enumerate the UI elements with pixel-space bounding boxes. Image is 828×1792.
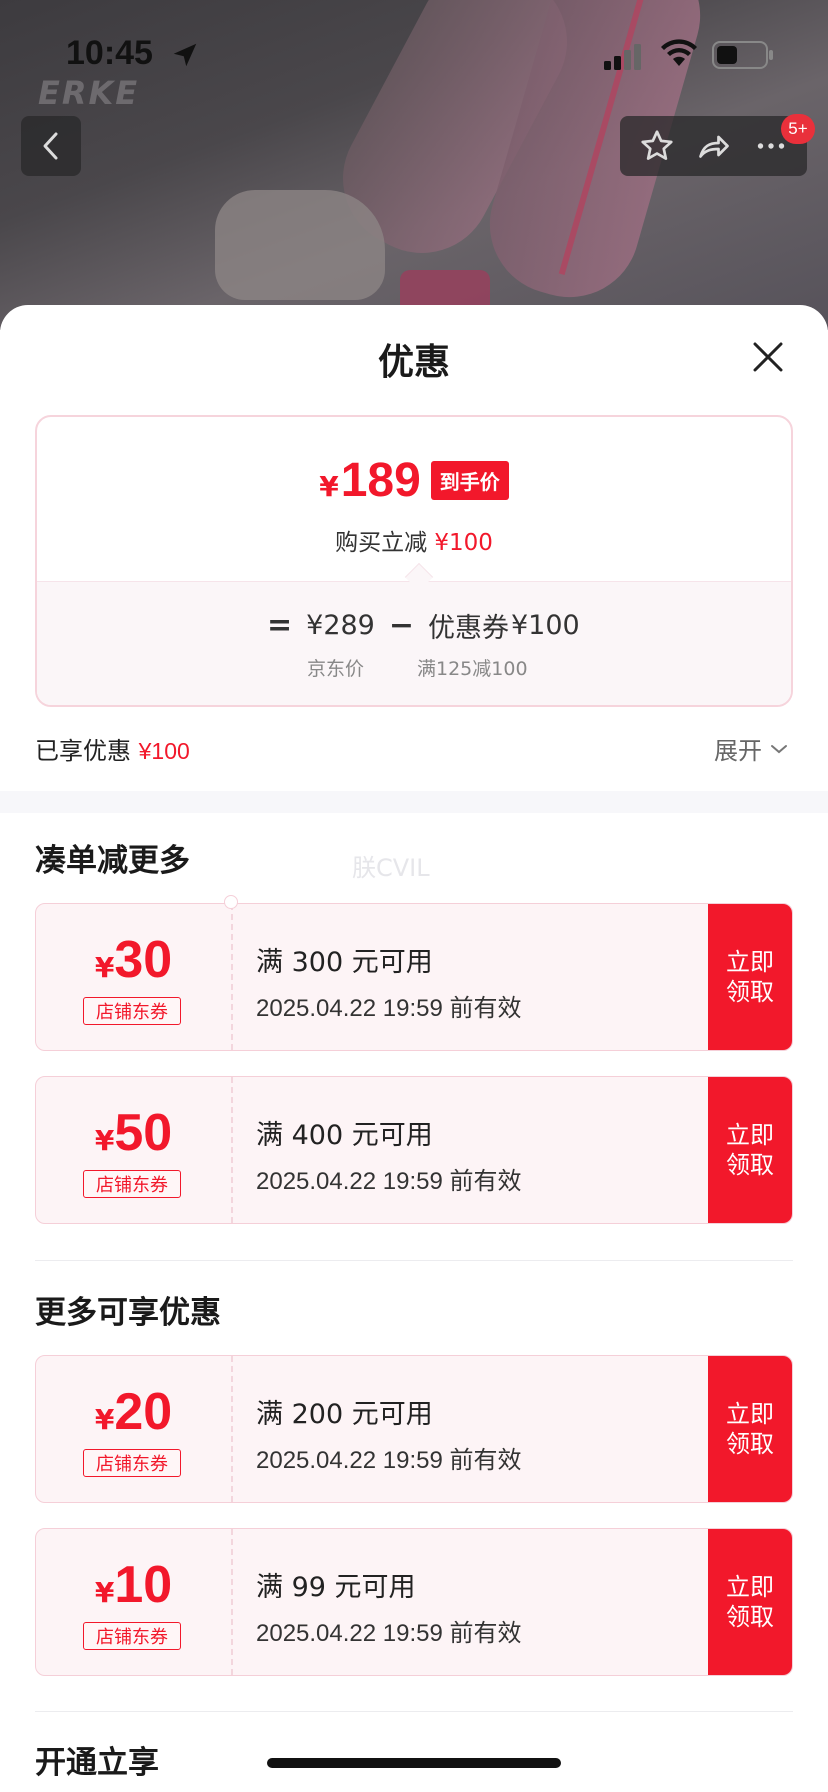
claim-button[interactable]: 立即领取	[708, 1529, 792, 1675]
coupon-currency: ¥	[94, 951, 115, 984]
expand-label: 展开	[714, 737, 762, 765]
coupon-condition: 满 99 元可用	[256, 1572, 416, 1603]
coupon-validity: 2025.04.22 19:59 前有效	[256, 1168, 522, 1195]
coupon-card: ¥50 店铺东券 满 400 元可用 2025.04.22 19:59 前有效 …	[35, 1076, 793, 1224]
coupon-amount: ¥50	[36, 1103, 231, 1163]
price-top: ¥ 189 到手价 购买立减 ¥100	[37, 417, 791, 585]
coupon-validity: 2025.04.22 19:59 前有效	[256, 995, 522, 1022]
enjoyed-discount: 已享优惠 ¥100	[35, 731, 190, 766]
coupon-card: ¥10 店铺东券 满 99 元可用 2025.04.22 19:59 前有效 立…	[35, 1528, 793, 1676]
coupon-card: ¥30 店铺东券 满 300 元可用 2025.04.22 19:59 前有效 …	[35, 903, 793, 1051]
coupon-amount: ¥100	[511, 610, 580, 641]
coupon-value: 30	[114, 931, 173, 989]
coupon-validity: 2025.04.22 19:59 前有效	[256, 1447, 522, 1474]
coupon-divider	[231, 904, 233, 1050]
jd-price: ¥289	[306, 610, 375, 641]
price-formula-area: = ¥289 − 优惠券 ¥100 京东价 满125减100	[37, 581, 791, 705]
back-chevron-icon	[43, 132, 58, 160]
coupon-hole	[224, 895, 238, 909]
coupon-type: 店铺东券	[83, 997, 181, 1025]
share-icon[interactable]	[696, 128, 732, 164]
coupon-currency: ¥	[94, 1576, 115, 1609]
claim-button[interactable]: 立即领取	[708, 904, 792, 1050]
coupon-left: ¥50 店铺东券	[36, 1077, 231, 1223]
price-formula: = ¥289 − 优惠券 ¥100	[267, 606, 580, 645]
coupon-card: ¥20 店铺东券 满 200 元可用 2025.04.22 19:59 前有效 …	[35, 1355, 793, 1503]
claim-button[interactable]: 立即领取	[708, 1356, 792, 1502]
coupon-condition: 满 300 元可用	[256, 947, 433, 978]
instant-reduce-label: 购买立减	[335, 530, 428, 556]
coupon-amount: ¥10	[36, 1555, 231, 1615]
coupon-left: ¥20 店铺东券	[36, 1356, 231, 1502]
final-price-row: ¥ 189 到手价	[37, 453, 791, 508]
enjoyed-label: 已享优惠	[35, 737, 131, 765]
home-indicator[interactable]	[267, 1758, 561, 1768]
coupon-type: 店铺东券	[83, 1170, 181, 1198]
section-title-add-more: 凑单减更多	[35, 843, 190, 879]
coupon-condition: 满 200 元可用	[256, 1399, 433, 1430]
photo-shoe-shape	[215, 190, 385, 300]
battery-icon	[712, 41, 773, 69]
coupon-condition: 满 400 元可用	[256, 1120, 433, 1151]
signal-icon	[604, 44, 641, 70]
enjoyed-amount: ¥100	[138, 738, 190, 764]
nav-actions-group	[620, 116, 807, 176]
claim-button[interactable]: 立即领取	[708, 1077, 792, 1223]
coupon-currency: ¥	[94, 1403, 115, 1436]
sheet-title: 优惠	[377, 342, 450, 383]
final-price-tag: 到手价	[430, 461, 509, 500]
coupon-divider	[231, 1529, 233, 1675]
status-time: 10:45	[66, 34, 153, 72]
jd-price-label: 京东价	[307, 658, 365, 680]
coupon-validity: 2025.04.22 19:59 前有效	[256, 1620, 522, 1647]
discount-sheet: 优惠 ¥ 189 到手价 购买立减 ¥100 = ¥289 − 优惠券 ¥100 …	[0, 305, 828, 1792]
notification-badge: 5+	[781, 114, 815, 144]
price-breakdown-card: ¥ 189 到手价 购买立减 ¥100 = ¥289 − 优惠券 ¥100 京东价…	[35, 415, 793, 707]
section-title-more-discounts: 更多可享优惠	[35, 1295, 221, 1331]
back-button[interactable]	[21, 116, 81, 176]
coupon-value: 20	[114, 1383, 173, 1441]
coupon-type: 店铺东券	[83, 1449, 181, 1477]
coupon-amount: ¥30	[36, 930, 231, 990]
coupon-value: 50	[114, 1104, 173, 1162]
status-bar: 10:45	[0, 0, 828, 100]
coupon-left: ¥30 店铺东券	[36, 904, 231, 1050]
location-arrow-icon	[173, 43, 197, 67]
coupon-value: 10	[114, 1556, 173, 1614]
coupon-divider	[231, 1356, 233, 1502]
instant-reduce-amount: ¥100	[434, 530, 493, 556]
coupon-left: ¥10 店铺东券	[36, 1529, 231, 1675]
wifi-icon	[661, 39, 697, 66]
instant-reduce-text: 购买立减 ¥100	[37, 523, 791, 557]
divider-line	[35, 1711, 793, 1712]
star-icon[interactable]	[639, 128, 675, 164]
coupon-label: 优惠券	[428, 613, 509, 644]
equals-sign: =	[267, 608, 293, 643]
minus-sign: −	[388, 608, 414, 643]
divider-line	[35, 1260, 793, 1261]
section-gap	[0, 791, 828, 813]
watermark: 朕CVIL	[352, 854, 430, 882]
coupon-amount: ¥20	[36, 1382, 231, 1442]
close-icon[interactable]	[750, 339, 786, 375]
coupon-type: 店铺东券	[83, 1622, 181, 1650]
coupon-divider	[231, 1077, 233, 1223]
coupon-rule: 满125减100	[417, 658, 528, 680]
coupon-currency: ¥	[94, 1124, 115, 1157]
section-title-activate: 开通立享	[35, 1745, 159, 1781]
final-price-currency: ¥	[319, 470, 339, 503]
final-price: 189	[340, 454, 421, 507]
expand-button[interactable]: 展开	[714, 731, 788, 766]
chevron-down-icon	[771, 744, 787, 753]
